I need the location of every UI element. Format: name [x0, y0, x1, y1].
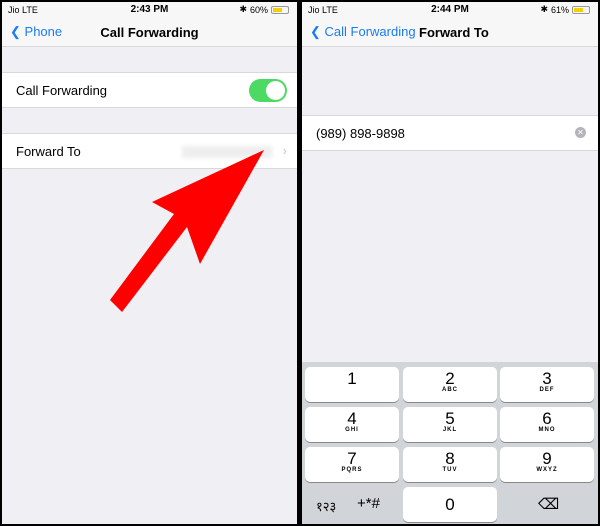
arrow-shape — [110, 150, 264, 312]
page-title: Forward To — [419, 25, 489, 40]
key-5[interactable]: 5 JKL — [403, 407, 497, 442]
chevron-left-icon: ❮ — [310, 24, 321, 39]
status-bar: Jio LTE 2:44 PM ✱ 61% — [302, 2, 598, 19]
key-1[interactable]: 1 — [305, 367, 399, 402]
key-0[interactable]: 0 — [403, 487, 497, 522]
red-arrow — [110, 150, 264, 312]
phone-number-value: (989) 898-9898 — [316, 126, 405, 141]
battery-icon — [572, 5, 590, 14]
key-6[interactable]: 6 MNO — [500, 407, 594, 442]
backspace-icon[interactable]: ⌫ — [538, 495, 559, 513]
clear-icon[interactable]: ✕ — [575, 127, 586, 138]
keypad: 1 2 ABC 3 DEF 4 GHI 5 JKL 6 MNO 7 PQRS 8 TUV 9W… — [302, 362, 598, 524]
key-2[interactable]: 2 ABC — [403, 367, 497, 402]
key-9[interactable]: 9 WXYZ — [500, 447, 594, 482]
battery-percent: 61% — [550, 4, 569, 15]
key-7[interactable]: 7 PQRS — [305, 447, 399, 482]
phone-number-field[interactable]: (989) 898-9898 ✕ — [302, 115, 598, 151]
bluetooth-icon: ✱ — [540, 4, 548, 14]
right-screen: Jio LTE 2:44 PM ✱ 61% ❮ Call Forwarding F… — [302, 2, 598, 524]
left-screen: Jio LTE 2:43 PM ✱ 60% ❮ Phone Call Forwar… — [2, 2, 297, 524]
key-4[interactable]: 4 GHI — [305, 407, 399, 442]
key-8[interactable]: 8 TUV — [403, 447, 497, 482]
nav-bar: ❮ Call Forwarding Forward To — [302, 19, 598, 47]
key-3[interactable]: 3 DEF — [500, 367, 594, 402]
back-button[interactable]: ❮ Call Forwarding — [310, 24, 416, 40]
language-key[interactable]: १२३ — [316, 497, 336, 515]
symbols-key[interactable]: +*# — [357, 495, 380, 512]
